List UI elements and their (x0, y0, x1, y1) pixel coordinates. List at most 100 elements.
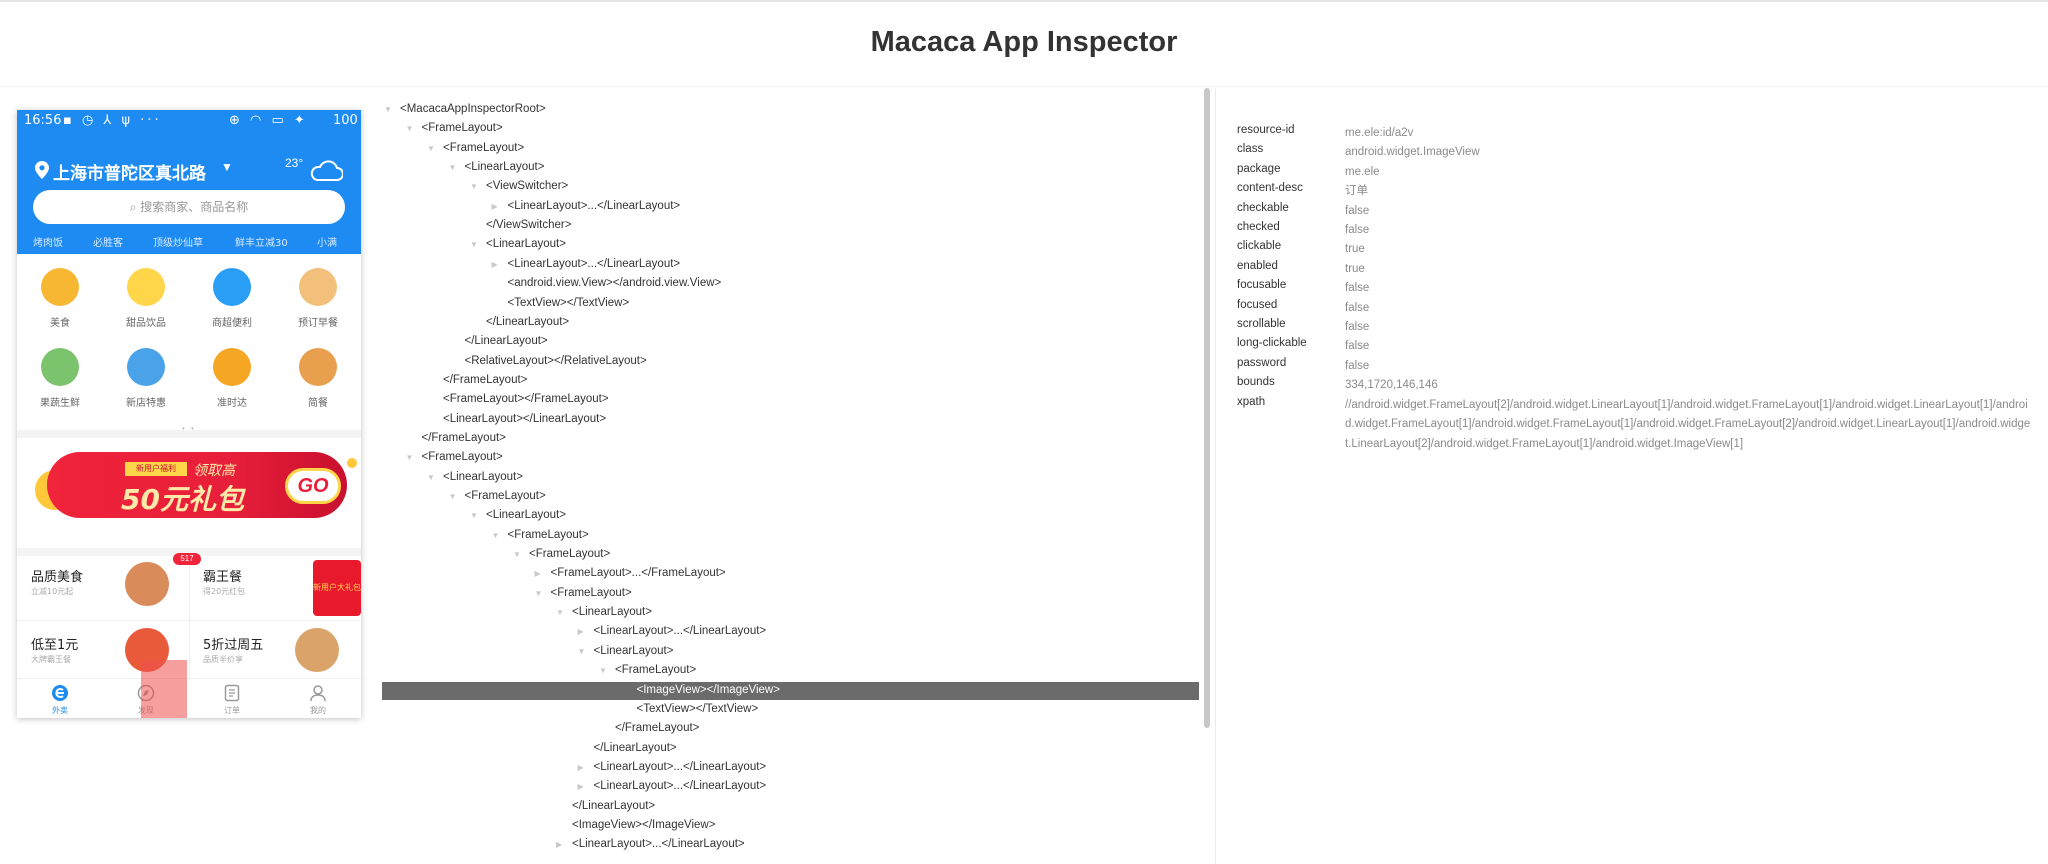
expand-arrow-down-icon[interactable]: ▼ (578, 647, 586, 656)
tree-node[interactable]: ▼ <LinearLayout> (382, 469, 1199, 487)
property-value[interactable]: 334,1720,146,146 (1345, 376, 2035, 396)
property-value[interactable]: me.ele:id/a2v (1345, 124, 2035, 144)
tree-node[interactable]: ▼ <FrameLayout> (382, 527, 1199, 545)
expand-arrow-down-icon[interactable]: ▼ (406, 453, 414, 462)
expand-arrow-down-icon[interactable]: ▼ (470, 511, 478, 520)
tree-node[interactable]: ▶ <LinearLayout>...</LinearLayout> (382, 759, 1199, 777)
temperature: 23° (285, 156, 304, 170)
tree-node[interactable]: </LinearLayout> (382, 333, 1199, 351)
tree-node[interactable]: ▶ <LinearLayout>...</LinearLayout> (382, 778, 1199, 796)
expand-arrow-right-icon[interactable]: ▶ (556, 840, 562, 849)
property-value[interactable]: false (1345, 318, 2035, 338)
expand-arrow-down-icon[interactable]: ▼ (384, 105, 392, 114)
expand-arrow-down-icon[interactable]: ▼ (599, 666, 607, 675)
tab-mine[interactable]: 我的 (275, 679, 361, 718)
expand-arrow-down-icon[interactable]: ▼ (427, 473, 435, 482)
device-screenshot[interactable]: 16:56 ▪ ◷ ⅄ ψ ··· ⊕ ◠ ▭ ✦ 100 上海市普陀区真北路 … (17, 110, 361, 718)
expand-arrow-down-icon[interactable]: ▼ (449, 492, 457, 501)
expand-arrow-down-icon[interactable]: ▼ (535, 589, 543, 598)
tree-node[interactable]: <ImageView></ImageView> (382, 817, 1199, 835)
property-value[interactable]: 订单 (1345, 182, 2035, 202)
property-value[interactable]: false (1345, 357, 2035, 377)
tree-node[interactable]: ▼ <LinearLayout> (382, 507, 1199, 525)
category-item[interactable]: 预订早餐 (275, 262, 361, 342)
tree-node-selected[interactable]: <ImageView></ImageView> (382, 681, 1199, 700)
expand-arrow-down-icon[interactable]: ▼ (513, 550, 521, 559)
expand-arrow-down-icon[interactable]: ▼ (470, 240, 478, 249)
property-value[interactable]: false (1345, 279, 2035, 299)
tree-node[interactable]: <TextView></TextView> (382, 295, 1199, 313)
tab-takeout[interactable]: 外卖 (17, 679, 103, 718)
tree-node[interactable]: </LinearLayout> (382, 798, 1199, 816)
tree-node[interactable]: </LinearLayout> (382, 740, 1199, 758)
tree-node[interactable]: ▼ <MacacaAppInspectorRoot> (382, 101, 1199, 119)
hot-word[interactable]: 顶级炒仙草 (153, 234, 203, 249)
tree-node[interactable]: ▶ <LinearLayout>...</LinearLayout> (382, 198, 1199, 216)
tree-node[interactable]: </LinearLayout> (382, 314, 1199, 332)
property-value[interactable]: me.ele (1345, 163, 2035, 183)
expand-arrow-down-icon[interactable]: ▼ (492, 531, 500, 540)
tab-orders[interactable]: 订单 (189, 679, 275, 718)
expand-arrow-down-icon[interactable]: ▼ (449, 163, 457, 172)
tree-node[interactable]: <FrameLayout></FrameLayout> (382, 391, 1199, 409)
hot-word[interactable]: 烤肉饭 (33, 234, 63, 249)
expand-arrow-down-icon[interactable]: ▼ (470, 182, 478, 191)
tree-node[interactable]: <LinearLayout></LinearLayout> (382, 411, 1199, 429)
category-item[interactable]: 新店特惠 (103, 342, 189, 422)
expand-arrow-right-icon[interactable]: ▶ (578, 763, 584, 772)
category-item[interactable]: 甜品饮品 (103, 262, 189, 342)
hot-word[interactable]: 小满 (317, 234, 337, 249)
property-value[interactable]: android.widget.ImageView (1345, 143, 2035, 163)
tree-node[interactable]: ▼ <LinearLayout> (382, 159, 1199, 177)
tree-node[interactable]: ▶ <LinearLayout>...</LinearLayout> (382, 256, 1199, 274)
tree-node[interactable]: ▼ <FrameLayout> (382, 140, 1199, 158)
tree-node[interactable]: ▼ <FrameLayout> (382, 662, 1199, 680)
hot-word[interactable]: 必胜客 (93, 234, 123, 249)
expand-arrow-down-icon[interactable]: ▼ (427, 144, 435, 153)
search-input[interactable]: ⌕ 搜索商家、商品名称 (33, 190, 345, 224)
property-value[interactable]: false (1345, 202, 2035, 222)
expand-arrow-right-icon[interactable]: ▶ (535, 569, 541, 578)
property-value[interactable]: //android.widget.FrameLayout[2]/android.… (1345, 396, 2035, 455)
tree-node[interactable]: ▼ <FrameLayout> (382, 449, 1199, 467)
category-item[interactable]: 简餐 (275, 342, 361, 422)
tree-node[interactable]: <RelativeLayout></RelativeLayout> (382, 353, 1199, 371)
property-value[interactable]: false (1345, 299, 2035, 319)
property-value[interactable]: true (1345, 260, 2035, 280)
tree-node[interactable]: </ViewSwitcher> (382, 217, 1199, 235)
expand-arrow-down-icon[interactable]: ▼ (406, 124, 414, 133)
expand-arrow-down-icon[interactable]: ▼ (556, 608, 564, 617)
hot-word[interactable]: 鲜丰立减30 (235, 234, 288, 249)
banner-go-button[interactable]: GO (285, 468, 341, 504)
tree-node[interactable]: <android.view.View></android.view.View> (382, 275, 1199, 293)
category-item[interactable]: 准时达 (189, 342, 275, 422)
tree-node[interactable]: ▼ <LinearLayout> (382, 643, 1199, 661)
expand-arrow-right-icon[interactable]: ▶ (492, 202, 498, 211)
location-bar[interactable]: 上海市普陀区真北路 ▼ 23° (17, 154, 361, 188)
expand-arrow-right-icon[interactable]: ▶ (578, 627, 584, 636)
tree-node[interactable]: ▼ <FrameLayout> (382, 585, 1199, 603)
tree-node[interactable]: ▼ <LinearLayout> (382, 604, 1199, 622)
tree-node[interactable]: <TextView></TextView> (382, 701, 1199, 719)
tree-node[interactable]: ▼ <ViewSwitcher> (382, 178, 1199, 196)
tree-node[interactable]: ▶ <LinearLayout>...</LinearLayout> (382, 836, 1199, 854)
element-tree[interactable]: ▼ <MacacaAppInspectorRoot> ▼ <FrameLayout> ▼… (382, 88, 1199, 864)
property-value[interactable]: false (1345, 337, 2035, 357)
property-value[interactable]: false (1345, 221, 2035, 241)
category-item[interactable]: 美食 (17, 262, 103, 342)
expand-arrow-right-icon[interactable]: ▶ (578, 782, 584, 791)
tree-node[interactable]: </FrameLayout> (382, 430, 1199, 448)
property-value[interactable]: true (1345, 240, 2035, 260)
tree-node[interactable]: ▼ <FrameLayout> (382, 546, 1199, 564)
tree-node[interactable]: </FrameLayout> (382, 720, 1199, 738)
expand-arrow-right-icon[interactable]: ▶ (492, 260, 498, 269)
tree-node[interactable]: ▶ <LinearLayout>...</LinearLayout> (382, 623, 1199, 641)
tree-node[interactable]: ▶ <FrameLayout>...</FrameLayout> (382, 565, 1199, 583)
tree-node[interactable]: ▼ <LinearLayout> (382, 236, 1199, 254)
tree-scrollbar[interactable] (1204, 88, 1210, 728)
category-item[interactable]: 果蔬生鲜 (17, 342, 103, 422)
tree-node[interactable]: ▼ <FrameLayout> (382, 120, 1199, 138)
tree-node[interactable]: ▼ <FrameLayout> (382, 488, 1199, 506)
category-item[interactable]: 商超便利 (189, 262, 275, 342)
tree-node[interactable]: </FrameLayout> (382, 372, 1199, 390)
